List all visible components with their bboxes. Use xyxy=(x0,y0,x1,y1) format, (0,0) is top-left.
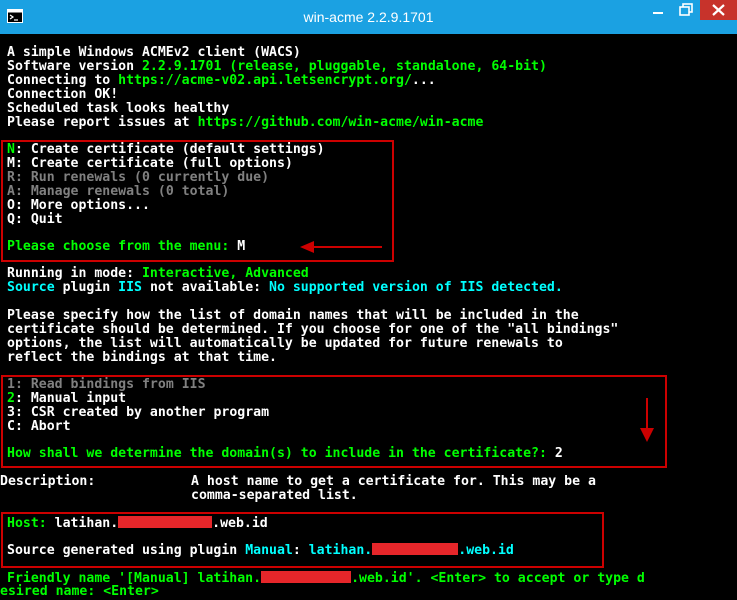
maximize-button[interactable] xyxy=(672,0,700,20)
report-issues-line: Please report issues at https://github.c… xyxy=(7,115,484,130)
minimize-icon xyxy=(653,12,663,14)
header-line: A simple Windows ACMEv2 client (WACS) xyxy=(7,45,301,60)
source-plugin-line: Source plugin IIS not available: No supp… xyxy=(7,280,563,295)
explanation-line: reflect the bindings at that time. xyxy=(7,350,277,365)
close-button[interactable] xyxy=(700,0,737,20)
connecting-line: Connecting to https://acme-v02.api.letse… xyxy=(7,73,436,88)
description-text: comma-separated list. xyxy=(191,488,358,503)
console-output[interactable]: A simple Windows ACMEv2 client (WACS) So… xyxy=(0,34,737,600)
description-label: Description: xyxy=(0,474,96,489)
software-version-line: Software version 2.2.9.1701 (release, pl… xyxy=(7,59,547,74)
scheduled-task-line: Scheduled task looks healthy xyxy=(7,101,230,116)
highlight-box-source-menu xyxy=(1,375,667,468)
highlight-box-host xyxy=(1,512,604,568)
redacted-domain xyxy=(261,571,352,583)
connection-ok-line: Connection OK! xyxy=(7,87,119,102)
friendly-name-line[interactable]: Friendly name '[Manual] latihan. .web.id'… xyxy=(7,571,645,586)
maximize-icon xyxy=(679,3,693,16)
description-text: A host name to get a certificate for. Th… xyxy=(191,474,596,489)
minimize-button[interactable] xyxy=(644,0,672,20)
explanation-line: certificate should be determined. If you… xyxy=(7,322,619,337)
explanation-line: Please specify how the list of domain na… xyxy=(7,308,579,323)
close-icon xyxy=(712,4,725,16)
arrow-down-icon xyxy=(640,398,654,442)
friendly-name-line[interactable]: esired name: <Enter> xyxy=(0,585,159,599)
running-mode-line: Running in mode: Interactive, Advanced xyxy=(7,266,309,281)
explanation-line: options, the list will automatically be … xyxy=(7,336,563,351)
title-bar[interactable]: win-acme 2.2.9.1701 xyxy=(0,0,737,34)
window-title: win-acme 2.2.9.1701 xyxy=(303,9,434,25)
arrow-left-icon xyxy=(300,241,382,253)
